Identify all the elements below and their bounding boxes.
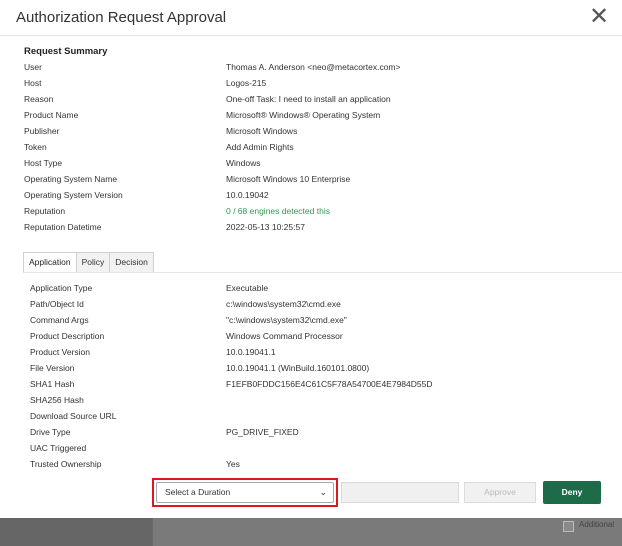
summary-label: Operating System Version [24, 190, 123, 200]
app-value: 10.0.19041.1 [226, 347, 276, 357]
comment-input[interactable] [341, 482, 459, 503]
app-row-download-source: Download Source URL [0, 411, 622, 427]
summary-value: Windows [226, 158, 261, 168]
summary-row-product-name: Product Name Microsoft® Windows® Operatin… [0, 110, 622, 126]
app-label: SHA256 Hash [30, 395, 84, 405]
summary-value: Microsoft® Windows® Operating System [226, 110, 381, 120]
dialog-title: Authorization Request Approval [16, 9, 227, 26]
summary-label: Reputation [24, 206, 66, 216]
app-value: Windows Command Processor [226, 331, 343, 341]
summary-value: Add Admin Rights [226, 142, 294, 152]
detail-tabs: Application Policy Decision [23, 252, 154, 273]
app-value: Yes [226, 459, 240, 469]
background-panel [152, 518, 622, 546]
close-icon[interactable]: ✕ [588, 4, 610, 30]
app-row-sha256: SHA256 Hash [0, 395, 622, 411]
summary-row-publisher: Publisher Microsoft Windows [0, 126, 622, 142]
app-label: Download Source URL [30, 411, 117, 421]
summary-row-reputation-datetime: Reputation Datetime 2022-05-13 10:25:57 [0, 222, 622, 238]
app-label: Product Version [30, 347, 91, 357]
summary-label: Reputation Datetime [24, 222, 102, 232]
dialog-header: Authorization Request Approval ✕ [0, 0, 622, 36]
app-label: SHA1 Hash [30, 379, 75, 389]
summary-row-reputation: Reputation 0 / 68 engines detected this [0, 206, 622, 222]
app-row-product-description: Product Description Windows Command Proce… [0, 331, 622, 347]
app-row-command-args: Command Args "c:\windows\system32\cmd.exe… [0, 315, 622, 331]
summary-label: User [24, 62, 42, 72]
app-row-uac-triggered: UAC Triggered [0, 443, 622, 459]
app-label: File Version [30, 363, 75, 373]
app-row-file-version: File Version 10.0.19041.1 (WinBuild.16010… [0, 363, 622, 379]
summary-value: Logos-215 [226, 78, 267, 88]
request-summary-heading: Request Summary [24, 46, 108, 57]
app-label: Drive Type [30, 427, 71, 437]
summary-label: Publisher [24, 126, 60, 136]
summary-value: One-off Task: I need to install an appli… [226, 94, 391, 104]
tab-policy[interactable]: Policy [75, 252, 111, 273]
highlight-box [152, 478, 338, 507]
app-value: Executable [226, 283, 269, 293]
app-label: Product Description [30, 331, 105, 341]
approve-button[interactable]: Approve [464, 482, 536, 503]
summary-row-os-name: Operating System Name Microsoft Windows 1… [0, 174, 622, 190]
summary-value: 2022-05-13 10:25:57 [226, 222, 305, 232]
additional-checkbox[interactable] [563, 521, 574, 532]
app-value: c:\windows\system32\cmd.exe [226, 299, 341, 309]
tabs-divider [23, 272, 622, 273]
app-label: UAC Triggered [30, 443, 87, 453]
app-row-application-type: Application Type Executable [0, 283, 622, 299]
app-value: PG_DRIVE_FIXED [226, 427, 299, 437]
app-row-product-version: Product Version 10.0.19041.1 [0, 347, 622, 363]
tab-application[interactable]: Application [23, 252, 77, 273]
additional-label: Additional [579, 520, 615, 529]
summary-value: Microsoft Windows 10 Enterprise [226, 174, 351, 184]
app-label: Application Type [30, 283, 93, 293]
summary-row-os-version: Operating System Version 10.0.19042 [0, 190, 622, 206]
summary-row-host: Host Logos-215 [0, 78, 622, 94]
summary-row-reason: Reason One-off Task: I need to install an… [0, 94, 622, 110]
summary-label: Token [24, 142, 47, 152]
summary-row-user: User Thomas A. Anderson <neo@metacortex.c… [0, 62, 622, 78]
app-label: Path/Object Id [30, 299, 84, 309]
deny-button[interactable]: Deny [543, 481, 601, 504]
app-row-sha1: SHA1 Hash F1EFB0FDDC156E4C61C5F78A54700E4… [0, 379, 622, 395]
app-row-drive-type: Drive Type PG_DRIVE_FIXED [0, 427, 622, 443]
app-row-path: Path/Object Id c:\windows\system32\cmd.ex… [0, 299, 622, 315]
summary-value: Microsoft Windows [226, 126, 298, 136]
app-row-trusted-ownership: Trusted Ownership Yes [0, 459, 622, 475]
app-label: Command Args [30, 315, 89, 325]
summary-label: Product Name [24, 110, 79, 120]
summary-row-token: Token Add Admin Rights [0, 142, 622, 158]
summary-label: Host Type [24, 158, 63, 168]
reputation-link[interactable]: 0 / 68 engines detected this [226, 206, 330, 216]
summary-label: Reason [24, 94, 54, 104]
summary-value: 10.0.19042 [226, 190, 269, 200]
summary-value: Thomas A. Anderson <neo@metacortex.com> [226, 62, 401, 72]
tab-decision[interactable]: Decision [109, 252, 154, 273]
app-value: F1EFB0FDDC156E4C61C5F78A54700E4E7984D55D [226, 379, 433, 389]
app-value: "c:\windows\system32\cmd.exe" [226, 315, 347, 325]
app-label: Trusted Ownership [30, 459, 102, 469]
summary-row-host-type: Host Type Windows [0, 158, 622, 174]
summary-label: Operating System Name [24, 174, 118, 184]
app-value: 10.0.19041.1 (WinBuild.160101.0800) [226, 363, 370, 373]
summary-label: Host [24, 78, 42, 88]
